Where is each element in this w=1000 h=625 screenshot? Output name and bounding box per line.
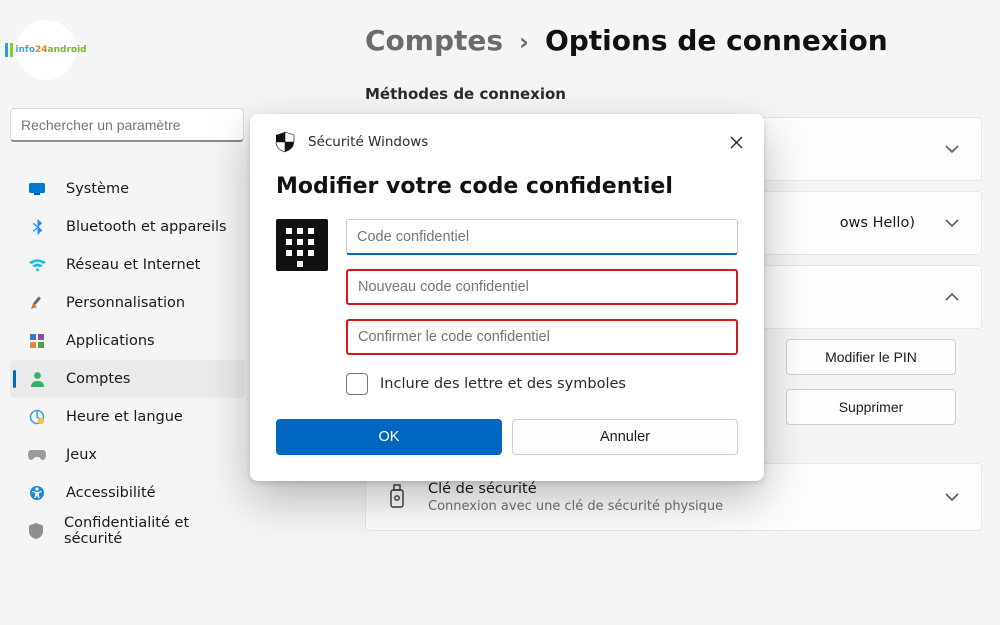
confirm-pin-input[interactable] bbox=[346, 319, 738, 355]
chevron-up-icon bbox=[945, 289, 959, 305]
usb-key-icon bbox=[384, 485, 410, 509]
include-symbols-checkbox[interactable]: Inclure des lettre et des symboles bbox=[346, 373, 738, 395]
search-input-wrapper[interactable] bbox=[10, 108, 244, 142]
modify-pin-button[interactable]: Modifier le PIN bbox=[786, 339, 956, 375]
gamepad-icon bbox=[26, 449, 48, 461]
sidebar-item-label: Réseau et Internet bbox=[66, 257, 200, 273]
avatar[interactable]: info24android bbox=[16, 20, 76, 80]
security-key-title: Clé de sécurité bbox=[428, 481, 723, 497]
sidebar-item-label: Applications bbox=[66, 333, 155, 349]
shield-icon bbox=[276, 132, 294, 152]
checkbox-box[interactable] bbox=[346, 373, 368, 395]
sidebar-nav: Système Bluetooth et appareils Réseau et… bbox=[10, 170, 245, 550]
windows-security-dialog: Sécurité Windows Modifier votre code con… bbox=[250, 114, 764, 481]
sidebar-item-privacy[interactable]: Confidentialité et sécurité bbox=[10, 512, 245, 550]
monitor-icon bbox=[26, 183, 48, 195]
sidebar-item-label: Jeux bbox=[66, 447, 97, 463]
sidebar-item-time-language[interactable]: Heure et langue bbox=[10, 398, 245, 436]
current-pin-input[interactable] bbox=[346, 219, 738, 255]
sidebar-item-system[interactable]: Système bbox=[10, 170, 245, 208]
chevron-right-icon: › bbox=[519, 28, 529, 56]
security-key-subtitle: Connexion avec une clé de sécurité physi… bbox=[428, 499, 723, 514]
close-button[interactable] bbox=[722, 128, 750, 156]
person-icon bbox=[26, 371, 48, 387]
chevron-down-icon bbox=[945, 215, 959, 231]
search-input[interactable] bbox=[21, 117, 233, 133]
accessibility-icon bbox=[26, 485, 48, 501]
sidebar-item-bluetooth[interactable]: Bluetooth et appareils bbox=[10, 208, 245, 246]
keypad-icon bbox=[276, 219, 328, 271]
sidebar-item-label: Accessibilité bbox=[66, 485, 156, 501]
chevron-down-icon bbox=[945, 489, 959, 505]
sidebar-item-apps[interactable]: Applications bbox=[10, 322, 245, 360]
dialog-title: Modifier votre code confidentiel bbox=[276, 174, 738, 199]
cancel-button[interactable]: Annuler bbox=[512, 419, 738, 455]
sidebar-item-label: Confidentialité et sécurité bbox=[64, 515, 235, 547]
sidebar-item-label: Personnalisation bbox=[66, 295, 185, 311]
sidebar-item-accounts[interactable]: Comptes bbox=[10, 360, 245, 398]
apps-icon bbox=[26, 334, 48, 349]
sidebar-item-network[interactable]: Réseau et Internet bbox=[10, 246, 245, 284]
shield-privacy-icon bbox=[26, 523, 46, 539]
pin-fields bbox=[346, 219, 738, 355]
sidebar-item-label: Comptes bbox=[66, 371, 131, 387]
breadcrumb-current: Options de connexion bbox=[545, 24, 888, 57]
hello-hint-text: ows Hello) bbox=[840, 215, 915, 231]
sidebar: info24android Système Bluetooth et appar… bbox=[0, 0, 255, 625]
sidebar-item-accessibility[interactable]: Accessibilité bbox=[10, 474, 245, 512]
dialog-header: Sécurité Windows bbox=[276, 132, 738, 152]
breadcrumb-parent[interactable]: Comptes bbox=[365, 24, 503, 57]
delete-pin-button[interactable]: Supprimer bbox=[786, 389, 956, 425]
include-symbols-label: Inclure des lettre et des symboles bbox=[380, 376, 626, 392]
sidebar-item-label: Bluetooth et appareils bbox=[66, 219, 227, 235]
sidebar-item-label: Heure et langue bbox=[66, 409, 183, 425]
globe-clock-icon bbox=[26, 409, 48, 425]
ok-button[interactable]: OK bbox=[276, 419, 502, 455]
breadcrumb: Comptes › Options de connexion bbox=[365, 24, 982, 57]
dialog-app-name: Sécurité Windows bbox=[308, 134, 428, 150]
new-pin-input[interactable] bbox=[346, 269, 738, 305]
sidebar-item-personalization[interactable]: Personnalisation bbox=[10, 284, 245, 322]
sidebar-item-games[interactable]: Jeux bbox=[10, 436, 245, 474]
section-title: Méthodes de connexion bbox=[365, 85, 982, 103]
brush-icon bbox=[26, 295, 48, 311]
sidebar-item-label: Système bbox=[66, 181, 129, 197]
chevron-down-icon bbox=[945, 141, 959, 157]
wifi-icon bbox=[26, 259, 48, 272]
bluetooth-icon bbox=[26, 219, 48, 236]
